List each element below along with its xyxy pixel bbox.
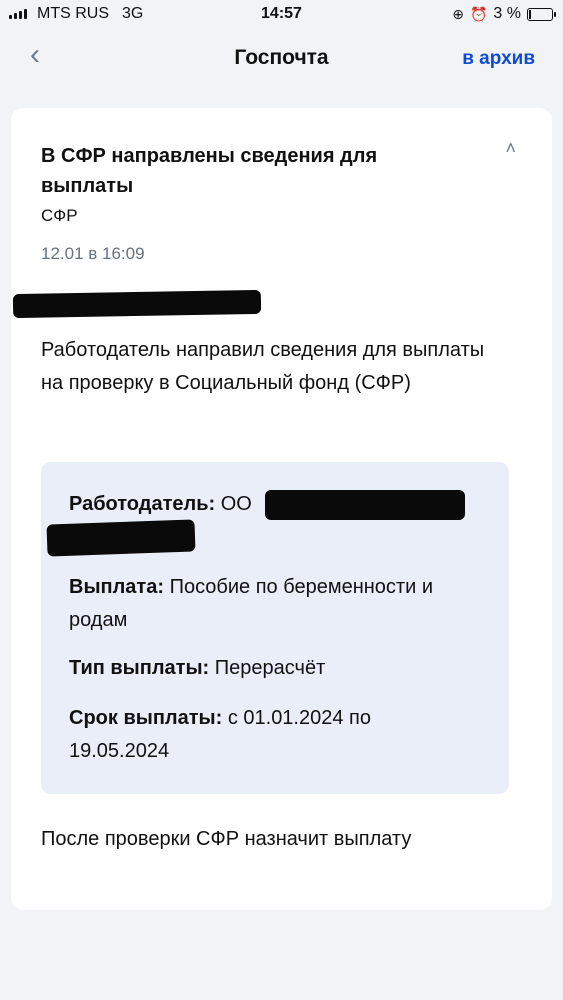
- alarm-icon: ⏰: [469, 5, 488, 22]
- redaction-mark: [46, 519, 196, 557]
- payment-label: Выплата:: [69, 576, 165, 598]
- message-intro-text: Работодатель направил сведения для выпла…: [41, 339, 485, 394]
- payment-details-box: Работодатель: ОО Выплата: Пособие по бер…: [41, 462, 509, 794]
- redaction-mark: [265, 490, 465, 520]
- payment-type-value: Перерасчёт: [214, 657, 326, 679]
- payment-period-field: Срок выплаты: с 01.01.2024 по 19.05.2024: [69, 702, 399, 768]
- battery-icon: [527, 7, 556, 21]
- payment-type-label: Тип выплаты:: [69, 657, 210, 679]
- message-outro-text: После проверки СФР назначит выплату: [41, 828, 412, 850]
- battery-percent: 3 %: [493, 5, 521, 22]
- redaction-mark: [12, 289, 262, 319]
- collapse-chevron-up-icon[interactable]: ˄: [505, 138, 516, 159]
- archive-button[interactable]: в архив: [462, 48, 535, 70]
- orientation-lock-icon: ⊕: [452, 5, 464, 22]
- navigation-bar: ‹ Госпочта в архив: [0, 30, 563, 90]
- payment-period-label: Срок выплаты:: [69, 707, 223, 729]
- message-date: 12.01 в 16:09: [41, 244, 145, 263]
- employer-value: ОО: [220, 493, 252, 515]
- status-bar: MTS RUS 3G 14:57 ⊕ ⏰ 3 %: [0, 0, 563, 30]
- message-sender: СФР: [41, 206, 78, 225]
- payment-field: Выплата: Пособие по беременности и родам: [69, 571, 479, 637]
- payment-type-field: Тип выплаты: Перерасчёт: [69, 652, 479, 685]
- employer-label: Работодатель:: [69, 493, 216, 515]
- status-icons: ⊕ ⏰ 3 %: [452, 5, 556, 23]
- message-title: В СФР направлены сведения для выплаты: [41, 145, 378, 197]
- message-card: ˄ В СФР направлены сведения для выплаты …: [11, 108, 552, 910]
